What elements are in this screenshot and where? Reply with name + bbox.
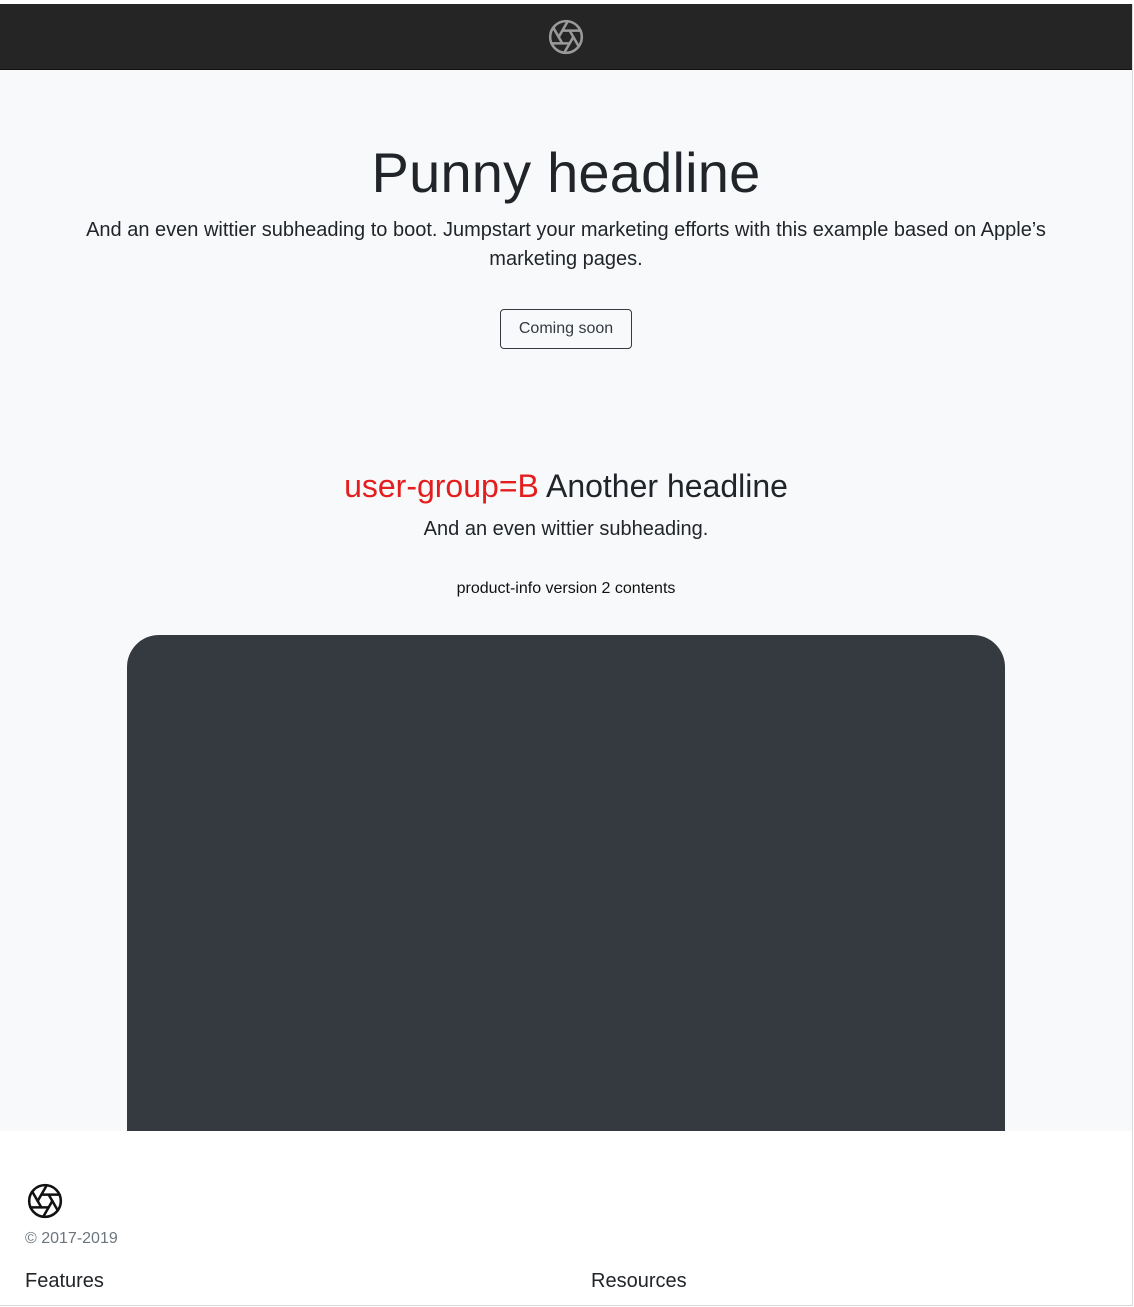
page-footer: © 2017-2019 Features Resources [0, 1131, 1132, 1305]
product-device-panel [127, 635, 1005, 1135]
user-group-tag: user-group=B [344, 468, 539, 504]
footer-column-resources: Resources [591, 1270, 687, 1292]
hero-subtitle: And an even wittier subheading to boot. … [86, 219, 1046, 270]
product-info-text: product-info version 2 contents [456, 580, 676, 597]
coming-soon-button[interactable]: Coming soon [500, 309, 632, 349]
section-title-text: Another headline [545, 468, 788, 504]
top-navbar [0, 4, 1132, 70]
copyright-text: © 2017-2019 [25, 1230, 118, 1247]
page-frame: Punny headline And an even wittier subhe… [0, 4, 1133, 1306]
hero-section: Punny headline And an even wittier subhe… [0, 70, 1132, 1135]
section-headline: user-group=B Another headline [0, 466, 1132, 506]
footer-column-features: Features [25, 1270, 104, 1292]
aperture-icon[interactable] [547, 18, 585, 56]
hero-title: Punny headline [371, 141, 761, 204]
section-subtitle: And an even wittier subheading. [423, 518, 709, 540]
aperture-icon[interactable] [26, 1182, 64, 1220]
